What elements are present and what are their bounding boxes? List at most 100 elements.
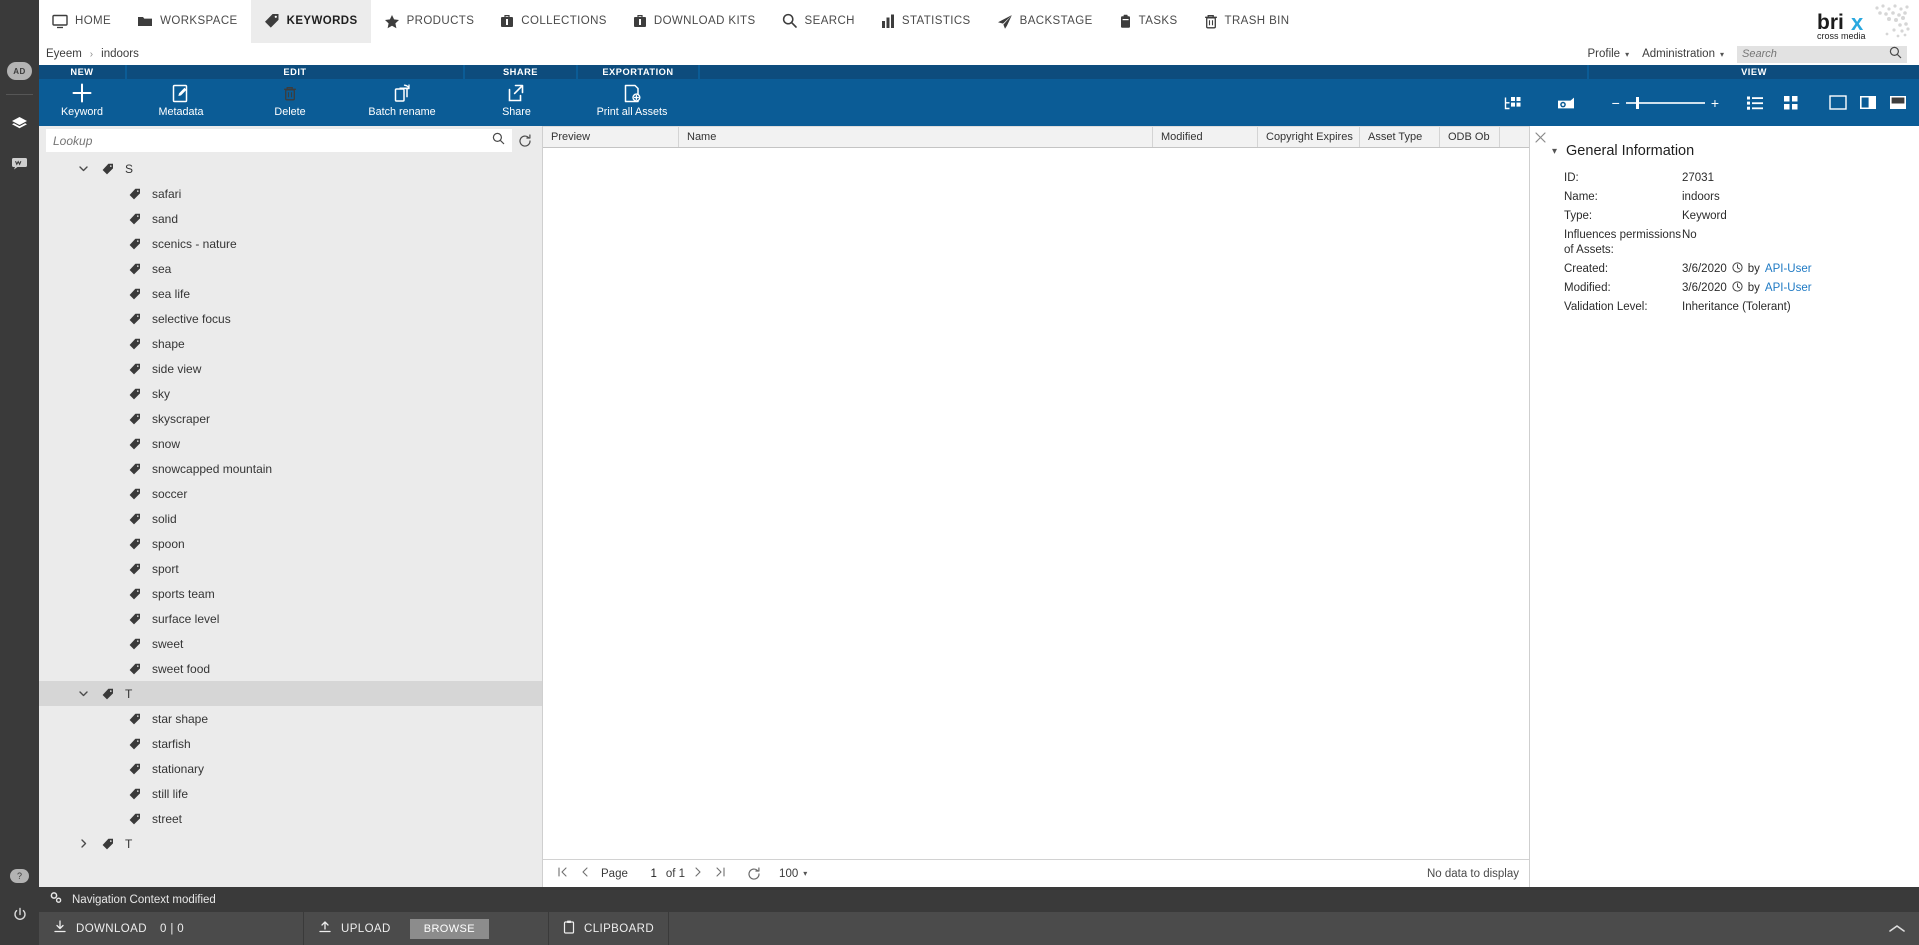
page-size-select[interactable]: 100 ▾ [779, 868, 807, 880]
detail-field-user-link[interactable]: API-User [1765, 262, 1812, 277]
tree-item[interactable]: T [39, 831, 542, 856]
tree-item[interactable]: sweet [39, 631, 542, 656]
nav-item-home[interactable]: HOME [39, 0, 124, 43]
tree-item[interactable]: snow [39, 431, 542, 456]
tree-item[interactable]: sea [39, 256, 542, 281]
tree-item[interactable]: T [39, 681, 542, 706]
grid-column-name[interactable]: Name [679, 127, 1153, 147]
tree-item[interactable]: scenics - nature [39, 231, 542, 256]
grid-view-button[interactable] [1773, 79, 1809, 126]
profile-menu[interactable]: Profile ▾ [1587, 48, 1629, 60]
chevron-down-icon[interactable] [70, 690, 97, 697]
first-page-button[interactable] [553, 867, 571, 880]
tree-item[interactable]: sports team [39, 581, 542, 606]
tree-item[interactable]: sky [39, 381, 542, 406]
grid-body[interactable] [543, 148, 1529, 859]
zoom-out-button[interactable]: − [1612, 95, 1620, 111]
tree-item[interactable]: shape [39, 331, 542, 356]
tree-item[interactable]: spoon [39, 531, 542, 556]
tree-item[interactable]: stationary [39, 756, 542, 781]
tree-item[interactable]: sweet food [39, 656, 542, 681]
power-icon[interactable] [12, 907, 28, 928]
pane-bottom-button[interactable] [1883, 79, 1913, 126]
refresh-icon[interactable] [512, 133, 538, 148]
search-icon[interactable] [1889, 46, 1902, 62]
help-icon[interactable]: ? [10, 869, 29, 883]
tree-item[interactable]: still life [39, 781, 542, 806]
nav-item-products[interactable]: PRODUCTS [371, 0, 488, 43]
download-tray-button[interactable]: DOWNLOAD 0 | 0 [39, 912, 304, 945]
tree-item[interactable]: selective focus [39, 306, 542, 331]
collapse-footer-icon[interactable] [1889, 912, 1919, 945]
nav-item-keywords[interactable]: KEYWORDS [250, 0, 371, 43]
chevron-down-icon[interactable] [70, 165, 97, 172]
global-search[interactable] [1737, 45, 1907, 63]
next-page-button[interactable] [689, 867, 707, 880]
page-number-input[interactable] [631, 865, 662, 882]
tree-item[interactable]: S [39, 156, 542, 181]
grid-column-copyright-expires[interactable]: Copyright Expires [1258, 127, 1360, 147]
tree-item[interactable]: street [39, 806, 542, 831]
tree-item[interactable]: snowcapped mountain [39, 456, 542, 481]
detail-field-user-link[interactable]: API-User [1765, 281, 1812, 296]
grid-column-modified[interactable]: Modified [1153, 127, 1258, 147]
tree-item[interactable]: skyscraper [39, 406, 542, 431]
tree-item[interactable]: sport [39, 556, 542, 581]
tree-item[interactable]: sea life [39, 281, 542, 306]
nav-item-trash-bin[interactable]: TRASH BIN [1191, 0, 1303, 43]
zoom-track[interactable] [1625, 96, 1705, 109]
nav-item-download-kits[interactable]: DOWNLOAD KITS [620, 0, 769, 43]
ribbon-button-metadata[interactable]: Metadata [125, 79, 237, 126]
list-view-button[interactable] [1737, 79, 1773, 126]
ribbon-button-batch-rename[interactable]: Batch rename [343, 79, 461, 126]
tree-item[interactable]: safari [39, 181, 542, 206]
tree-item[interactable]: soccer [39, 481, 542, 506]
tree-item[interactable]: surface level [39, 606, 542, 631]
search-icon[interactable] [492, 132, 505, 150]
layers-icon[interactable] [5, 111, 35, 135]
nav-item-statistics[interactable]: STATISTICS [868, 0, 984, 43]
grid-column-odb-ob[interactable]: ODB Ob [1440, 127, 1500, 147]
tree-item[interactable]: sand [39, 206, 542, 231]
clipboard-tray-button[interactable]: CLIPBOARD [549, 912, 670, 945]
tree-item[interactable]: solid [39, 506, 542, 531]
prev-page-button[interactable] [575, 867, 593, 880]
zoom-in-button[interactable]: + [1711, 95, 1719, 111]
column-layout-toggle[interactable] [1486, 79, 1540, 126]
chat-icon[interactable] [5, 151, 35, 175]
grid-column-asset-type[interactable]: Asset Type [1360, 127, 1440, 147]
ribbon-button-share[interactable]: Share [461, 79, 572, 126]
nav-item-search[interactable]: SEARCH [769, 0, 868, 43]
grid-column-preview[interactable]: Preview [543, 127, 679, 147]
last-page-button[interactable] [711, 867, 729, 880]
keyword-tree-list[interactable]: Ssafari sand scenics - nature sea sea life se… [39, 154, 542, 887]
breadcrumb-item-root[interactable]: Eyeem [46, 48, 82, 60]
pane-none-button[interactable] [1823, 79, 1853, 126]
preview-toggle[interactable] [1540, 79, 1594, 126]
ribbon-button-print-all-assets[interactable]: Print all Assets [572, 79, 692, 126]
refresh-icon[interactable] [747, 866, 761, 881]
search-input[interactable] [1742, 48, 1889, 60]
tree-item[interactable]: star shape [39, 706, 542, 731]
zoom-slider[interactable]: − + [1612, 95, 1719, 111]
nav-item-tasks[interactable]: TASKS [1106, 0, 1191, 43]
detail-section-header[interactable]: ▾ General Information [1530, 126, 1919, 159]
avatar[interactable]: AD [7, 62, 32, 80]
lookup-field[interactable] [46, 129, 512, 152]
pane-right-button[interactable] [1853, 79, 1883, 126]
administration-menu[interactable]: Administration ▾ [1642, 48, 1724, 60]
ribbon-button-keyword[interactable]: Keyword [39, 79, 125, 126]
upload-tray-button[interactable]: UPLOAD BROWSE [304, 912, 549, 945]
close-icon[interactable] [1533, 130, 1547, 144]
nav-item-workspace[interactable]: WORKSPACE [124, 0, 251, 43]
lookup-input[interactable] [53, 133, 492, 148]
chevron-right-icon[interactable] [70, 839, 97, 848]
tree-item[interactable]: starfish [39, 731, 542, 756]
breadcrumb-item-current[interactable]: indoors [101, 48, 139, 60]
tree-item[interactable]: side view [39, 356, 542, 381]
nav-item-collections[interactable]: COLLECTIONS [487, 0, 620, 43]
zoom-knob[interactable] [1635, 96, 1639, 109]
browse-button[interactable]: BROWSE [409, 918, 489, 939]
ribbon-button-delete[interactable]: Delete [237, 79, 343, 126]
nav-item-backstage[interactable]: BACKSTAGE [984, 0, 1106, 43]
